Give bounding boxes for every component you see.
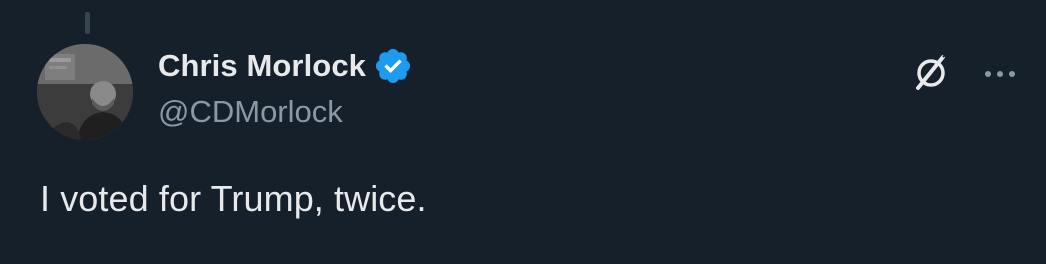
- grok-icon[interactable]: [910, 52, 952, 99]
- author-display-name[interactable]: Chris Morlock: [158, 48, 366, 84]
- avatar[interactable]: [37, 44, 133, 140]
- tweet-author: Chris Morlock @CDMorlock: [158, 44, 413, 130]
- tweet-text: I voted for Trump, twice.: [40, 178, 427, 219]
- tweet-actions: [910, 52, 1018, 99]
- avatar-photo: [37, 44, 133, 140]
- author-name-row: Chris Morlock: [158, 44, 413, 88]
- verified-badge-icon: [373, 46, 413, 86]
- thread-connector-line: [85, 12, 90, 34]
- more-options-icon[interactable]: [982, 67, 1018, 85]
- author-handle[interactable]: @CDMorlock: [158, 94, 413, 130]
